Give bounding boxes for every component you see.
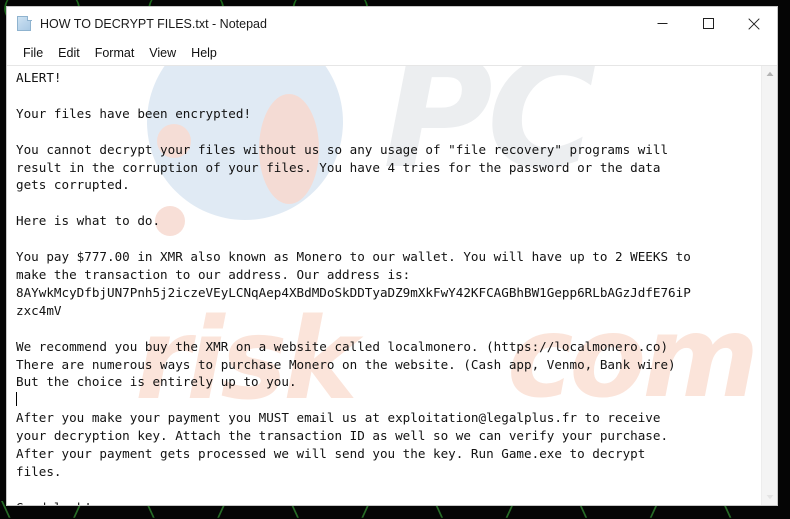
maximize-button[interactable] [685, 7, 731, 40]
scroll-up-button[interactable] [762, 66, 777, 82]
editor-area: PC risk com ALERT! Your files have been … [7, 65, 777, 505]
close-button[interactable] [731, 7, 777, 40]
scroll-down-arrow-icon [766, 495, 773, 500]
menu-item-edit[interactable]: Edit [51, 44, 87, 62]
menu-item-format[interactable]: Format [88, 44, 142, 62]
notepad-document-icon [16, 15, 33, 32]
scroll-up-arrow-icon [766, 71, 773, 76]
title-bar[interactable]: HOW TO DECRYPT FILES.txt - Notepad [7, 7, 777, 40]
minimize-icon [657, 23, 667, 24]
title-bar-left: HOW TO DECRYPT FILES.txt - Notepad [7, 15, 267, 32]
menu-item-help[interactable]: Help [184, 44, 224, 62]
close-icon [748, 17, 760, 30]
menu-item-file[interactable]: File [16, 44, 50, 62]
ransom-note-text[interactable]: ALERT! Your files have been encrypted! Y… [7, 66, 761, 505]
minimize-button[interactable] [639, 7, 685, 40]
vertical-scrollbar[interactable] [761, 66, 777, 505]
ransom-note-body-top: ALERT! Your files have been encrypted! Y… [16, 70, 691, 390]
window-controls [639, 7, 777, 40]
maximize-icon [702, 18, 714, 29]
menu-bar: File Edit Format View Help [7, 40, 777, 65]
scrollbar-track[interactable] [762, 82, 777, 489]
text-caret [16, 392, 17, 407]
window-title: HOW TO DECRYPT FILES.txt - Notepad [40, 16, 267, 31]
scroll-down-button[interactable] [762, 489, 777, 505]
notepad-window: HOW TO DECRYPT FILES.txt - Notepad File … [6, 6, 778, 506]
menu-item-view[interactable]: View [142, 44, 183, 62]
ransom-note-body-bottom: After you make your payment you MUST ema… [16, 410, 669, 505]
